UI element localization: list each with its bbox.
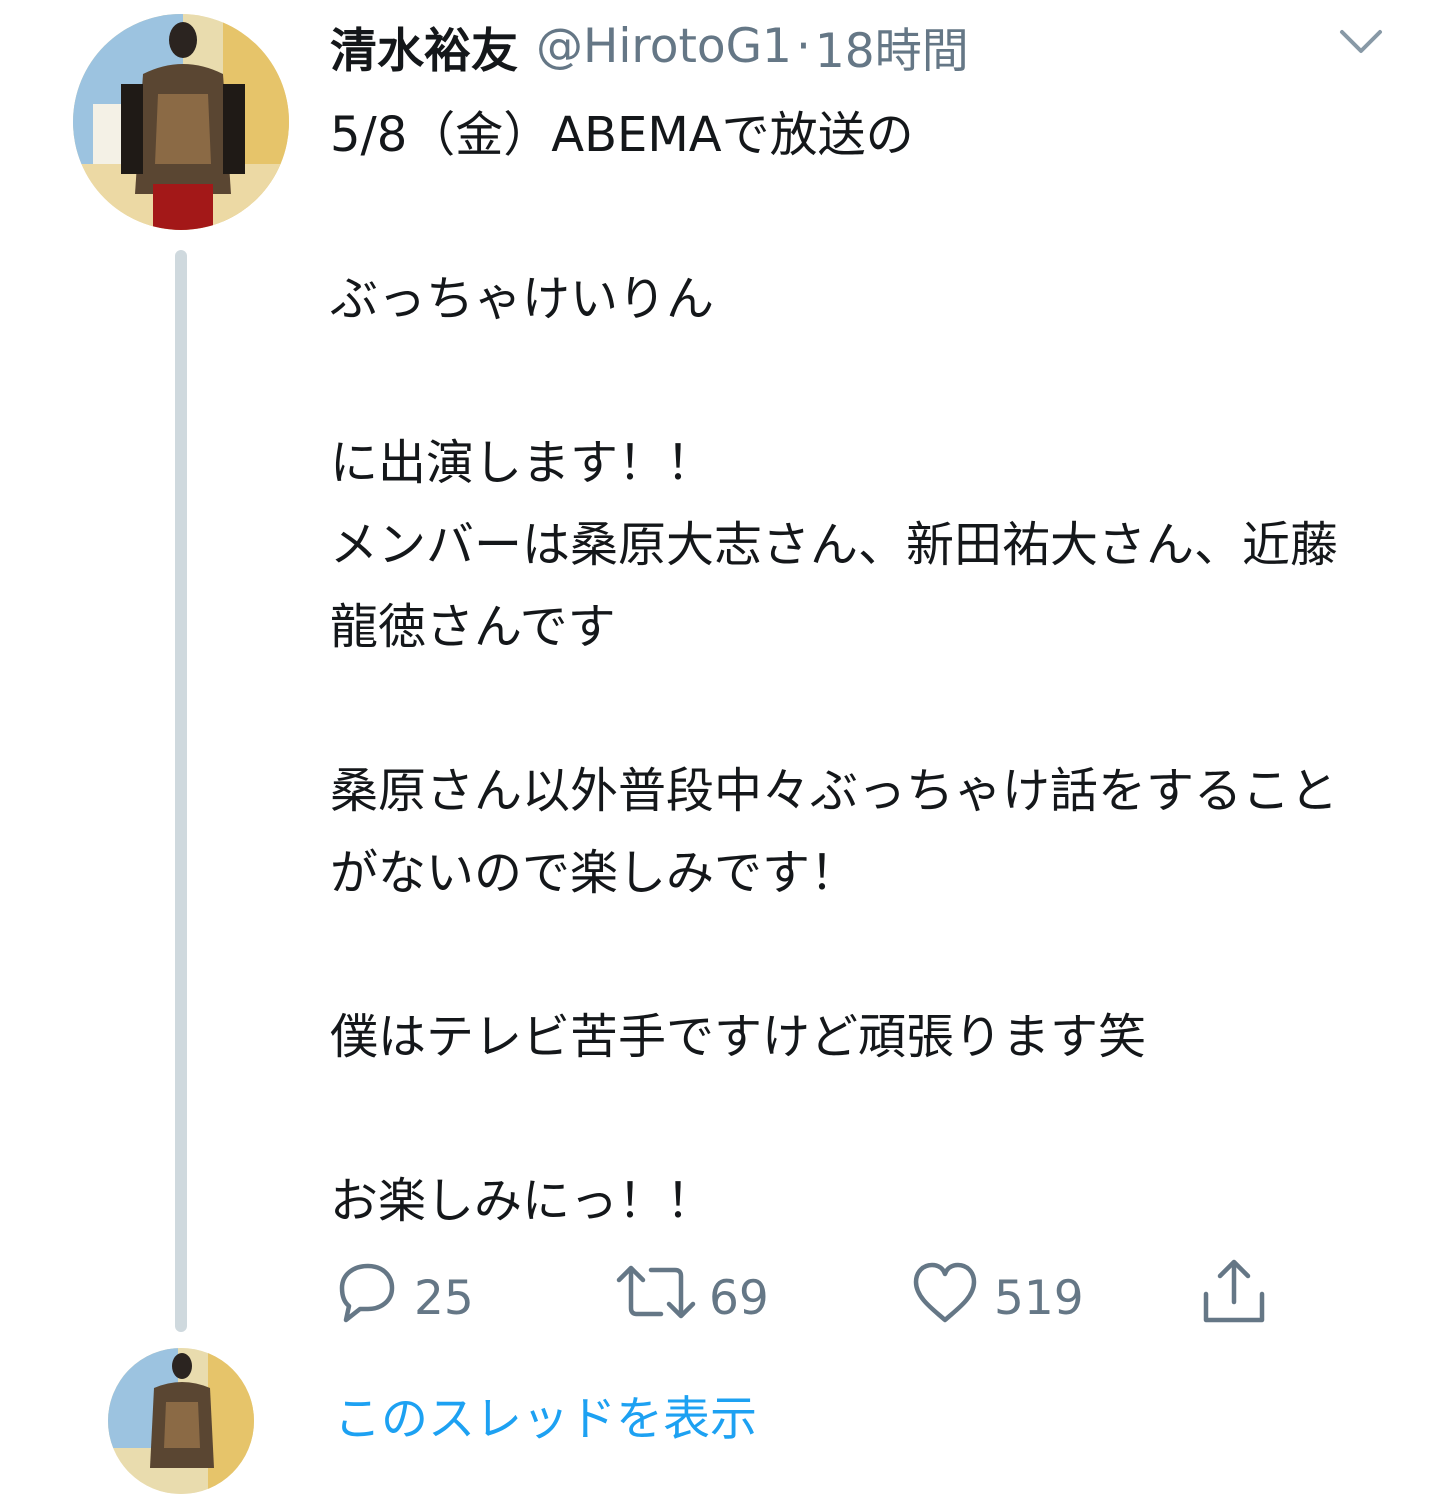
tweet-actions: 25 69 519 [330,1258,1290,1338]
heart-icon [908,1256,994,1340]
retweet-button[interactable]: 69 [615,1258,769,1338]
like-button[interactable]: 519 [908,1258,1084,1338]
tweet-header: 清水裕友 @HirotoG1 · 18時間 [330,12,969,81]
thread-connector-line [175,250,187,1332]
retweet-count: 69 [709,1270,769,1326]
author-name[interactable]: 清水裕友 [330,12,518,81]
tweet-timestamp[interactable]: 18時間 [815,12,969,81]
share-button[interactable] [1198,1258,1282,1338]
retweet-icon [615,1256,709,1340]
reply-icon [330,1256,414,1340]
reply-button[interactable]: 25 [330,1258,474,1338]
author-avatar[interactable] [73,14,289,230]
like-count: 519 [994,1270,1084,1326]
author-handle[interactable]: @HirotoG1 [536,19,792,74]
reply-author-avatar[interactable] [108,1348,254,1494]
chevron-down-icon[interactable] [1336,22,1386,60]
tweet-body-text: 5/8（金）ABEMAで放送の ぶっちゃけいりん に出演します！！ メンバーは桑… [330,107,1339,1229]
reply-count: 25 [414,1270,474,1326]
header-separator: · [795,18,811,74]
share-icon [1198,1256,1282,1340]
